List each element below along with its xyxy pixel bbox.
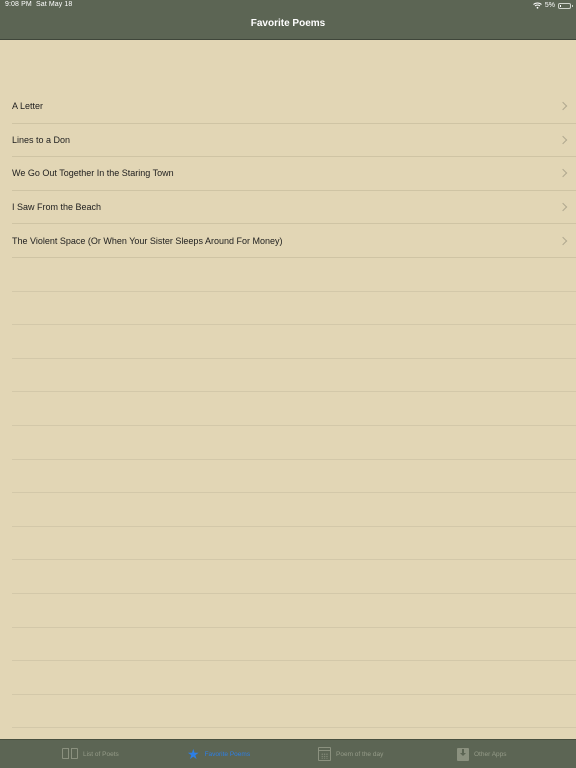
- empty-row: [12, 460, 576, 494]
- book-icon: [62, 748, 78, 760]
- navigation-bar: 9:08 PM Sat May 18 5% Favorite Poems: [0, 0, 576, 40]
- poem-title: I Saw From the Beach: [12, 202, 102, 213]
- empty-row: [12, 392, 576, 426]
- tab-label: List of Poets: [83, 750, 119, 758]
- empty-row: [12, 359, 576, 393]
- favorite-poems-list: A Letter Lines to a Don We Go Out Togeth…: [0, 40, 576, 739]
- poem-row[interactable]: A Letter: [12, 90, 576, 124]
- empty-row: [12, 527, 576, 561]
- empty-row: [12, 661, 576, 695]
- poem-row[interactable]: Lines to a Don: [12, 124, 576, 158]
- empty-row: [12, 560, 576, 594]
- empty-row: [12, 594, 576, 628]
- chevron-right-icon: [558, 135, 568, 145]
- tab-favorite-poems[interactable]: ★ Favorite Poems: [187, 740, 250, 768]
- chevron-right-icon: [558, 236, 568, 245]
- calendar-icon: [318, 747, 331, 761]
- poem-title: We Go Out Together In the Staring Town: [12, 168, 174, 179]
- empty-row: [12, 325, 576, 359]
- chevron-right-icon: [558, 169, 568, 178]
- status-date: Sat May 18: [36, 1, 73, 8]
- tab-label: Poem of the day: [336, 750, 384, 758]
- battery-level: [560, 4, 561, 7]
- tab-list-of-poets[interactable]: List of Poets: [62, 740, 119, 768]
- battery-percent: 5%: [544, 2, 555, 9]
- poem-title: A Letter: [12, 101, 44, 112]
- empty-row: [12, 628, 576, 662]
- status-time: 9:08 PM: [5, 1, 32, 8]
- poem-row[interactable]: We Go Out Together In the Staring Town: [12, 157, 576, 191]
- chevron-right-icon: [558, 202, 568, 212]
- poem-title: Lines to a Don: [12, 134, 71, 145]
- tab-other-apps[interactable]: Other Apps: [457, 740, 507, 768]
- chevron-right-icon: [558, 102, 568, 111]
- tab-label: Favorite Poems: [204, 750, 251, 758]
- poem-row[interactable]: I Saw From the Beach: [12, 191, 576, 225]
- page-title: Favorite Poems: [250, 18, 326, 29]
- poem-row[interactable]: The Violent Space (Or When Your Sister S…: [12, 224, 576, 258]
- empty-row: [12, 493, 576, 527]
- status-indicators: 5%: [533, 0, 573, 11]
- poem-title: The Violent Space (Or When Your Sister S…: [12, 235, 283, 246]
- empty-row: [12, 292, 576, 326]
- tab-bar: List of Poets ★ Favorite Poems Poem of t…: [0, 739, 576, 768]
- empty-row: [12, 426, 576, 460]
- tab-label: Other Apps: [474, 750, 507, 758]
- empty-row: [12, 258, 576, 292]
- star-icon: ★: [187, 746, 200, 762]
- tab-poem-of-the-day[interactable]: Poem of the day: [318, 740, 383, 768]
- wifi-icon: [533, 2, 542, 9]
- battery-icon: [558, 2, 573, 9]
- download-icon: [457, 747, 469, 761]
- empty-row: [12, 695, 576, 729]
